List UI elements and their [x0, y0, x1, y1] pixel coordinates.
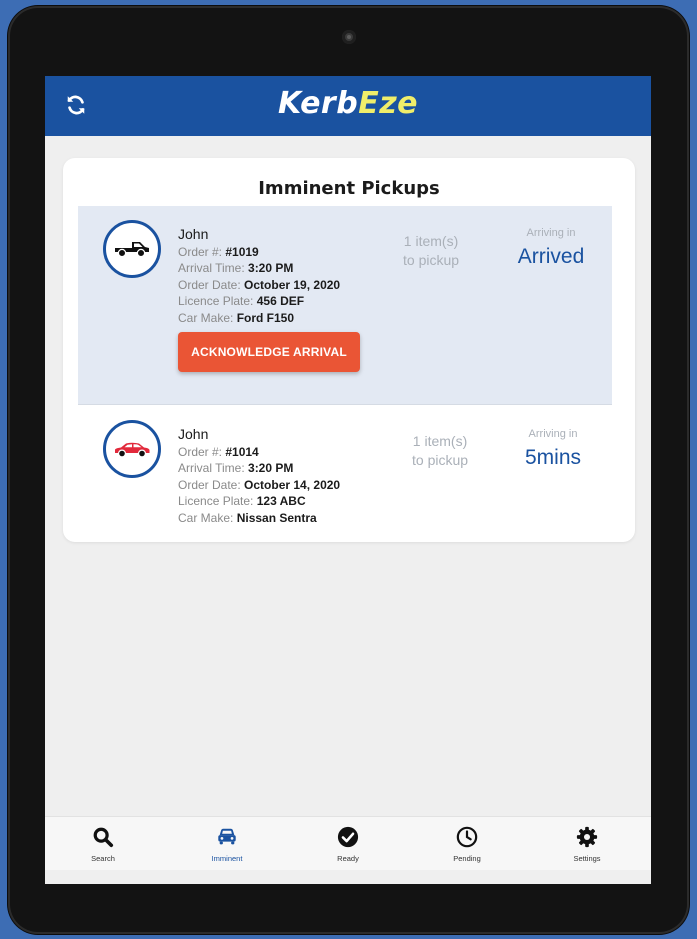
pickup-row[interactable]: John Order #: #1019 Arrival Time: 3:20 P… [78, 206, 612, 405]
licence-plate: 123 ABC [256, 494, 306, 508]
pickup-truck-icon [115, 242, 149, 258]
order-number-line: Order #: #1014 [178, 444, 259, 459]
customer-name: John [178, 426, 209, 442]
app-screen: KerbEze Imminent Pickups John Order #: #… [45, 76, 651, 884]
nav-imminent[interactable]: Imminent [187, 825, 267, 863]
car-make-line: Car Make: Ford F150 [178, 310, 295, 325]
arrival-status: Arriving in Arrived [496, 227, 606, 269]
customer-name: John [178, 226, 209, 242]
tablet-frame: KerbEze Imminent Pickups John Order #: #… [8, 6, 689, 934]
order-number: #1014 [225, 444, 259, 459]
vehicle-avatar [103, 420, 161, 478]
order-date-line: Order Date: October 14, 2020 [178, 477, 341, 492]
nav-pending[interactable]: Pending [427, 825, 507, 863]
arrival-status: Arriving in 5mins [498, 428, 608, 470]
arrival-time-line: Arrival Time: 3:20 PM [178, 261, 294, 275]
sedan-icon [115, 442, 150, 458]
acknowledge-arrival-button[interactable]: ACKNOWLEDGE ARRIVAL [178, 332, 360, 372]
nav-label: Ready [337, 854, 359, 863]
app-logo: KerbEze [277, 86, 419, 121]
car-make: Ford F150 [236, 310, 295, 325]
nav-settings[interactable]: Settings [547, 825, 627, 863]
arrival-time: 3:20 PM [248, 261, 294, 275]
items-to-pickup: 1 item(s) to pickup [403, 233, 460, 268]
arrival-time-line: Arrival Time: 3:20 PM [178, 461, 294, 475]
licence-plate-line: Licence Plate: 123 ABC [178, 494, 306, 508]
nav-label: Imminent [211, 854, 243, 863]
order-number: #1019 [225, 244, 259, 259]
arriving-value: 5mins [524, 446, 582, 469]
gear-icon [576, 826, 598, 848]
nav-label: Search [91, 854, 115, 863]
app-bar: KerbEze [45, 76, 651, 136]
order-info: John Order #: #1014 Arrival Time: 3:20 P… [178, 426, 340, 526]
nav-ready[interactable]: Ready [308, 825, 388, 863]
arriving-label: Arriving in [526, 227, 576, 239]
car-make: Nissan Sentra [236, 510, 317, 525]
items-to-pickup: 1 item(s) to pickup [412, 433, 469, 468]
search-icon [93, 827, 114, 848]
arrival-time: 3:20 PM [248, 461, 294, 475]
clock-icon [456, 826, 478, 848]
order-date: October 19, 2020 [244, 277, 341, 292]
car-icon [218, 828, 236, 845]
arriving-value: Arrived [517, 245, 585, 268]
pickup-row[interactable]: John Order #: #1014 Arrival Time: 3:20 P… [78, 406, 612, 540]
order-number-line: Order #: #1019 [178, 244, 259, 259]
order-date-line: Order Date: October 19, 2020 [178, 277, 341, 292]
order-date: October 14, 2020 [244, 477, 341, 492]
nav-search[interactable]: Search [63, 825, 143, 863]
arriving-label: Arriving in [528, 428, 578, 440]
check-circle-icon [337, 826, 359, 848]
nav-label: Settings [573, 854, 601, 863]
order-info: John Order #: #1019 Arrival Time: 3:20 P… [178, 226, 340, 326]
camera [342, 30, 356, 44]
nav-label: Pending [453, 854, 481, 863]
imminent-pickups-card: Imminent Pickups John Order #: #1019 Arr… [63, 158, 635, 542]
licence-plate-line: Licence Plate: 456 DEF [178, 294, 305, 308]
car-make-line: Car Make: Nissan Sentra [178, 510, 317, 525]
card-title: Imminent Pickups [258, 178, 440, 199]
bottom-navigation: Search Imminent Ready Pending Settings [45, 816, 651, 870]
vehicle-avatar [103, 220, 161, 278]
licence-plate: 456 DEF [256, 294, 305, 308]
